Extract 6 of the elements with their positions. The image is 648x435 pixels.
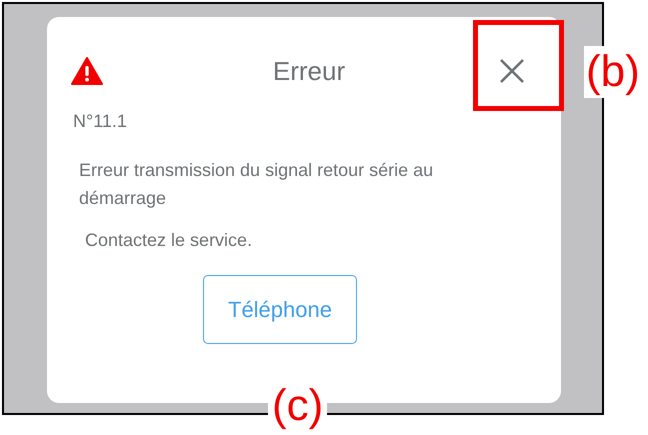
phone-button[interactable]: Téléphone	[203, 275, 357, 344]
error-message: Erreur transmission du signal retour série au démarrage	[79, 159, 434, 210]
warning-icon	[71, 57, 103, 85]
instruction-text: Contactez le service.	[85, 230, 254, 251]
error-code: N°11.1	[73, 111, 128, 132]
dialog-title: Erreur	[272, 56, 346, 86]
